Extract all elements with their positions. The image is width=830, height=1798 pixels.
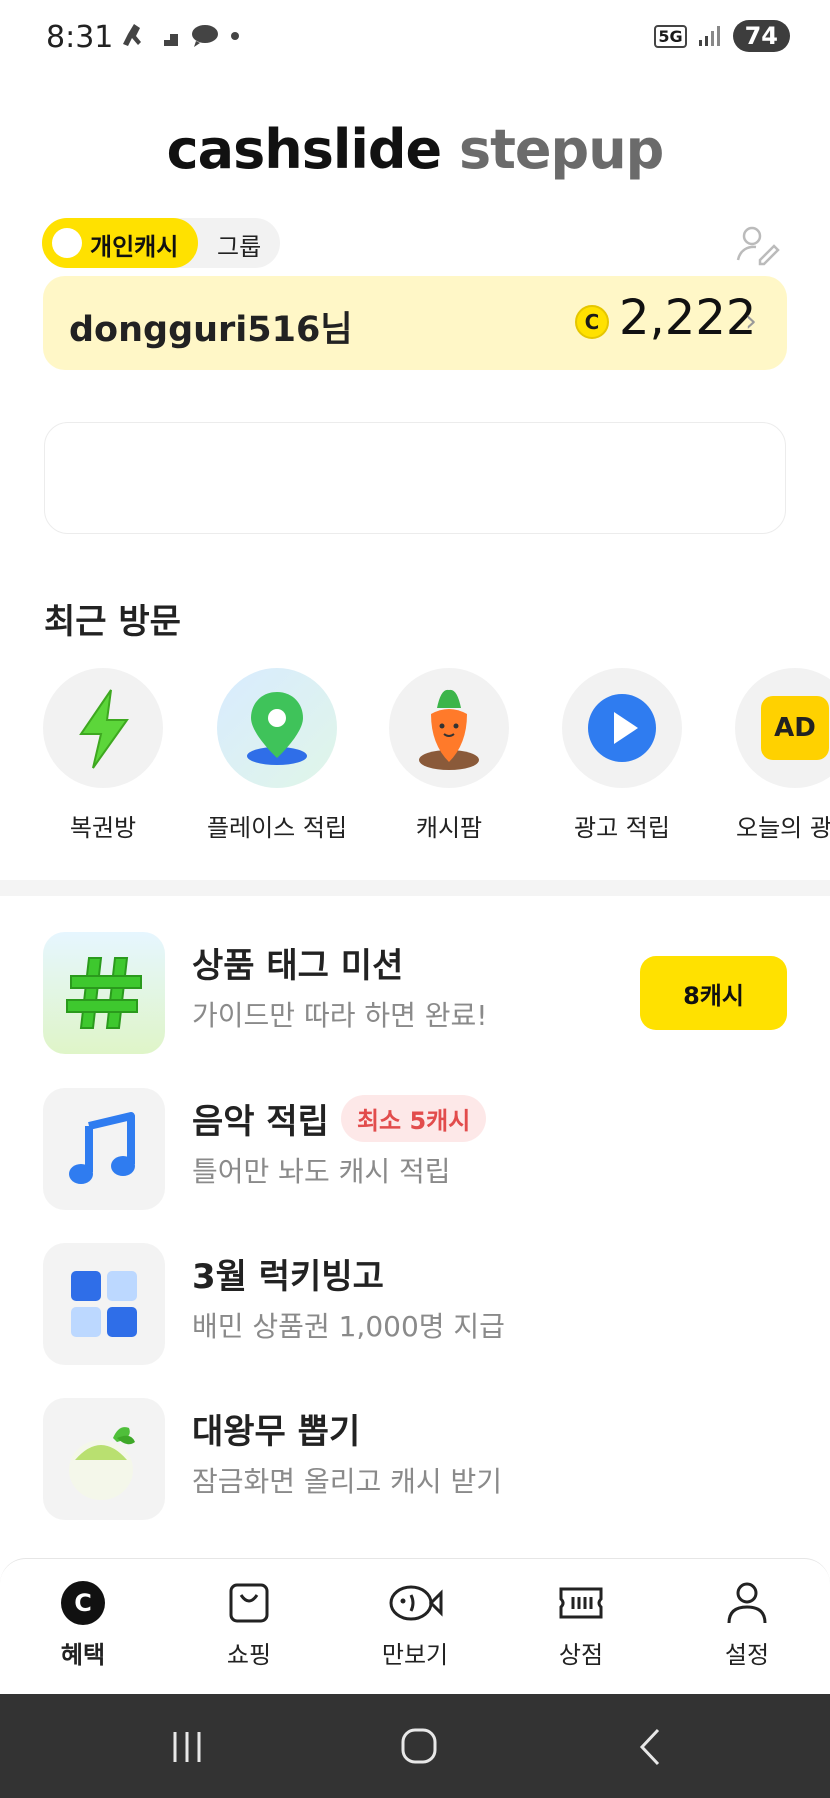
recent-list: 복권방 플레이스 적립 캐시팜 광고 적립 AD 오늘의 광 — [0, 668, 830, 842]
nav-item-settings[interactable]: 설정 — [687, 1579, 807, 1670]
mission-title: 음악 적립 최소 5캐시 — [192, 1094, 487, 1143]
battery-badge: 74 — [732, 20, 790, 52]
radish-icon — [69, 1427, 135, 1500]
mission-title-text: 상품 태그 미션 — [192, 946, 404, 986]
banner-placeholder — [44, 422, 786, 534]
recent-item-ad-earn[interactable]: 광고 적립 — [542, 668, 702, 843]
nav-label: 쇼핑 — [226, 1641, 272, 1669]
map-pin-icon — [247, 692, 307, 765]
status-time: 8:31 — [46, 20, 114, 55]
mission-desc: 틀어만 놔도 캐시 적립 — [192, 1155, 451, 1188]
mission-item-music[interactable]: 음악 적립 최소 5캐시 틀어만 놔도 캐시 적립 — [0, 1088, 830, 1218]
recent-circle: AD — [735, 668, 830, 788]
nav-label: 상점 — [558, 1641, 604, 1669]
notification-icons — [120, 22, 240, 50]
mission-title-text: 대왕무 뽑기 — [192, 1412, 361, 1452]
mission-thumb — [43, 1398, 165, 1520]
music-note-icon — [69, 1112, 135, 1184]
mission-title: 대왕무 뽑기 — [192, 1404, 360, 1453]
toggle-knob — [52, 228, 82, 258]
app-logo: cashslide stepup — [0, 118, 830, 181]
recent-label: 광고 적립 — [574, 814, 670, 842]
recent-item-place[interactable]: 플레이스 적립 — [197, 668, 357, 843]
nav-label: 설정 — [724, 1641, 770, 1669]
nav-item-shopping[interactable]: 쇼핑 — [189, 1579, 309, 1670]
mission-item-product-tag[interactable]: 상품 태그 미션 가이드만 따라 하면 완료! 8캐시 — [0, 932, 830, 1062]
mission-desc: 잠금화면 올리고 캐시 받기 — [192, 1465, 503, 1498]
status-right: 5G 74 — [654, 20, 790, 52]
profile-edit-icon[interactable] — [734, 222, 780, 268]
dot-icon — [231, 32, 239, 40]
chevron-right-icon: › — [745, 304, 757, 339]
hashtag-icon — [66, 957, 142, 1029]
mission-title-text: 3월 럭키빙고 — [192, 1257, 384, 1297]
network-label: 5G — [654, 24, 687, 48]
person-icon — [727, 1582, 767, 1624]
nav-item-benefits[interactable]: C 혜택 — [23, 1579, 143, 1670]
recent-label: 캐시팜 — [415, 814, 483, 842]
mission-thumb — [43, 1088, 165, 1210]
recent-title: 최근 방문 — [44, 602, 181, 642]
min-cash-badge: 최소 5캐시 — [340, 1095, 487, 1142]
recent-item-lottery[interactable]: 복권방 — [23, 668, 183, 843]
bottom-nav: C 혜택 쇼핑 만보기 상점 설정 — [0, 1558, 830, 1694]
mission-desc: 가이드만 따라 하면 완료! — [192, 999, 488, 1032]
cash-type-toggle[interactable]: 개인캐시 그룹 — [42, 218, 280, 268]
mission-item-bingo[interactable]: 3월 럭키빙고 배민 상품권 1,000명 지급 — [0, 1243, 830, 1373]
nav-item-store[interactable]: 상점 — [521, 1579, 641, 1670]
fish-icon — [389, 1585, 443, 1621]
shopping-bag-icon — [229, 1583, 269, 1623]
runner-icon — [123, 24, 141, 46]
recent-label: 복권방 — [69, 814, 137, 842]
mission-desc: 배민 상품권 1,000명 지급 — [192, 1310, 505, 1343]
carrot-icon — [419, 689, 479, 770]
mission-thumb — [43, 1243, 165, 1365]
recent-label: 오늘의 광고 — [735, 814, 830, 842]
nav-label: 혜택 — [60, 1641, 106, 1669]
cash-c-icon: C — [61, 1581, 105, 1625]
recent-circle — [43, 668, 163, 788]
toggle-group-label[interactable]: 그룹 — [217, 227, 261, 262]
mission-reward-button[interactable]: 8캐시 — [640, 956, 787, 1030]
ad-icon: AD — [761, 696, 829, 760]
logo-part2: stepup — [458, 118, 664, 181]
recent-item-today-ad[interactable]: AD 오늘의 광고 — [715, 668, 830, 843]
chat-bubble-icon — [192, 25, 218, 47]
toggle-personal-label[interactable]: 개인캐시 — [90, 227, 178, 262]
recent-item-cashfarm[interactable]: 캐시팜 — [369, 668, 529, 843]
user-name: dongguri516님 — [69, 310, 353, 350]
lightning-icon — [79, 689, 129, 769]
mission-title: 3월 럭키빙고 — [192, 1249, 384, 1298]
bingo-grid-icon — [71, 1271, 137, 1337]
signal-icon — [698, 26, 720, 46]
play-icon — [588, 694, 656, 762]
ticket-icon — [559, 1587, 603, 1619]
status-bar: 8:31 5G 74 — [0, 0, 830, 80]
recent-circle — [389, 668, 509, 788]
logo-part1: cashslide — [166, 118, 442, 181]
system-nav-bar — [0, 1694, 830, 1798]
back-icon[interactable] — [622, 1722, 682, 1772]
account-card[interactable]: dongguri516님 C 2,222 › — [43, 276, 787, 370]
stairs-icon — [156, 34, 178, 46]
home-icon[interactable] — [389, 1722, 449, 1772]
recent-apps-icon[interactable] — [157, 1722, 217, 1772]
coin-icon: C — [575, 305, 609, 339]
recent-circle — [217, 668, 337, 788]
nav-label: 만보기 — [381, 1641, 449, 1669]
mission-title-text: 음악 적립 — [192, 1102, 329, 1142]
recent-label: 플레이스 적립 — [206, 814, 348, 842]
svg-text:C: C — [74, 1589, 92, 1617]
nav-item-pedometer[interactable]: 만보기 — [355, 1579, 475, 1670]
mission-item-radish[interactable]: 대왕무 뽑기 잠금화면 올리고 캐시 받기 — [0, 1398, 830, 1528]
mission-title: 상품 태그 미션 — [192, 938, 403, 987]
section-divider — [0, 880, 830, 896]
mission-thumb — [43, 932, 165, 1054]
cash-balance: 2,222 — [619, 290, 757, 346]
recent-circle — [562, 668, 682, 788]
